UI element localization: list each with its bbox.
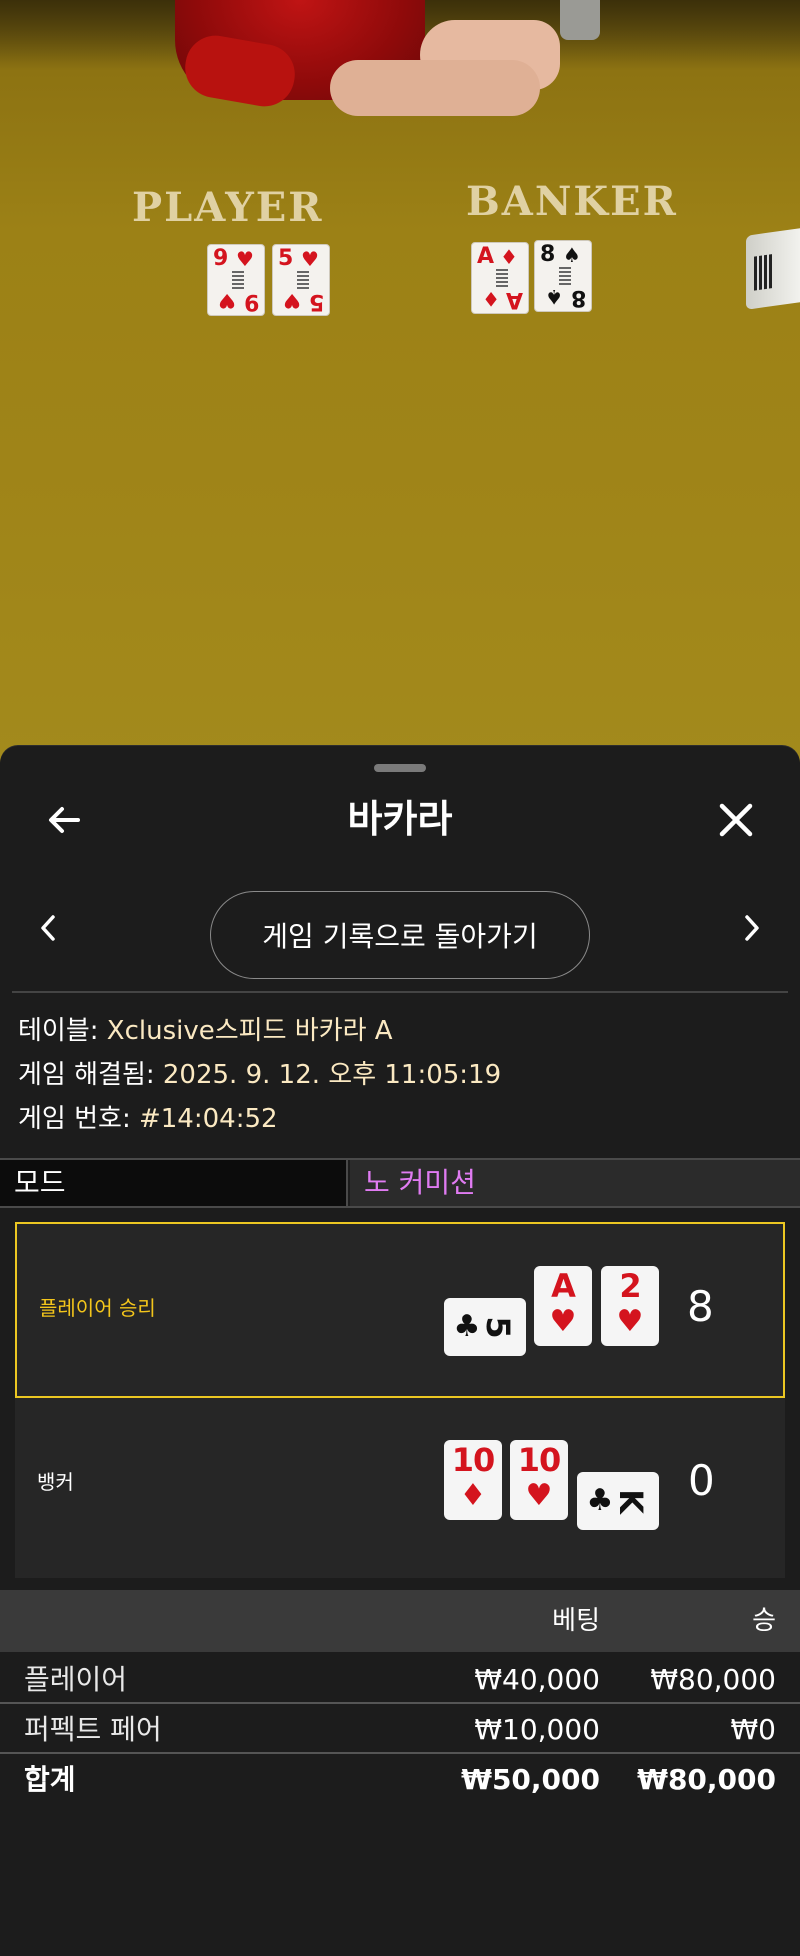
back-to-history-button[interactable]: 게임 기록으로 돌아가기 bbox=[210, 891, 590, 979]
table-banker-card-1: A ♦ A ♦ bbox=[471, 242, 529, 314]
card-suit: ♥ bbox=[236, 247, 254, 271]
bet-amount: ₩10,000 bbox=[474, 1713, 600, 1746]
back-button[interactable] bbox=[34, 790, 94, 850]
card-suit: ♥ bbox=[301, 247, 319, 271]
game-number-info: 게임 번호: #14:04:52 bbox=[18, 1102, 278, 1136]
total-label: 합계 bbox=[24, 1763, 76, 1796]
player-outcome-row: 플레이어 승리 ♣ 5 A ♥ 2 ♥ 8 bbox=[15, 1222, 785, 1398]
card-rank: 9 bbox=[243, 289, 259, 314]
bet-row-perfect-pair: 퍼펙트 페어 ₩10,000 ₩0 bbox=[0, 1706, 800, 1754]
card-shoe bbox=[746, 228, 800, 310]
banker-card-1: 10 ♦ bbox=[444, 1440, 502, 1520]
card-rank: A bbox=[505, 287, 523, 312]
banker-card-3: ♣ K bbox=[577, 1472, 659, 1530]
outcome-panel: 플레이어 승리 ♣ 5 A ♥ 2 ♥ 8 뱅커 10 ♦ 10 ♥ ♣ K 0 bbox=[15, 1222, 785, 1578]
game-detail-sheet: 바카라 게임 기록으로 돌아가기 테이블: Xclusive스피드 바카라 A … bbox=[0, 746, 800, 1956]
card-rank: 10 bbox=[517, 1441, 562, 1479]
chevron-left-icon bbox=[41, 915, 55, 941]
mode-row: 모드 노 커미션 bbox=[0, 1158, 800, 1208]
card-rank: 5 bbox=[278, 246, 294, 271]
player-score: 8 bbox=[687, 1282, 714, 1331]
close-icon bbox=[719, 803, 753, 837]
player-card-3: 2 ♥ bbox=[601, 1266, 659, 1346]
table-info: 테이블: Xclusive스피드 바카라 A bbox=[18, 1014, 393, 1048]
card-rank: 2 bbox=[619, 1267, 641, 1305]
divider bbox=[12, 991, 788, 993]
table-info-label: 테이블: bbox=[18, 1016, 107, 1046]
bet-row-player: 플레이어 ₩40,000 ₩80,000 bbox=[0, 1656, 800, 1704]
banker-score: 0 bbox=[688, 1456, 715, 1505]
bet-table-header: 베팅 승 bbox=[0, 1590, 800, 1652]
card-rank: A bbox=[551, 1267, 576, 1305]
table-info-value: Xclusive스피드 바카라 A bbox=[106, 1016, 393, 1046]
banker-outcome-row: 뱅커 10 ♦ 10 ♥ ♣ K 0 bbox=[15, 1402, 785, 1578]
live-video-feed: PLAYER BANKER 9 ♥ 9 ♥ 5 ♥ 5 ♥ A ♦ A ♦ 8 … bbox=[0, 0, 800, 770]
win-amount: ₩0 bbox=[730, 1713, 777, 1746]
bet-name: 퍼펙트 페어 bbox=[24, 1713, 162, 1746]
banker-card-2: 10 ♥ bbox=[510, 1440, 568, 1520]
table-banker-label: BANKER bbox=[466, 178, 678, 225]
table-player-label: PLAYER bbox=[132, 184, 324, 231]
mode-label: 모드 bbox=[0, 1160, 348, 1206]
resolved-info: 게임 해결됨: 2025. 9. 12. 오후 11:05:19 bbox=[18, 1058, 501, 1092]
sheet-title: 바카라 bbox=[347, 797, 453, 841]
player-outcome-label: 플레이어 승리 bbox=[39, 1296, 156, 1320]
card-rank: 8 bbox=[570, 285, 586, 310]
player-card-2: A ♥ bbox=[534, 1266, 592, 1346]
card-suit: ♦ bbox=[459, 1478, 487, 1513]
bet-amount: ₩40,000 bbox=[474, 1663, 600, 1696]
card-suit: ♥ bbox=[525, 1478, 553, 1513]
card-rank: K bbox=[612, 1489, 650, 1513]
card-suit: ♥ bbox=[218, 289, 236, 313]
card-rank: 5 bbox=[479, 1316, 517, 1338]
bet-column-header: 베팅 bbox=[552, 1606, 600, 1636]
card-suit: ♠ bbox=[563, 243, 581, 267]
close-button[interactable] bbox=[706, 790, 766, 850]
chevron-right-icon bbox=[745, 915, 759, 941]
card-suit: ♥ bbox=[549, 1304, 577, 1339]
card-rank: 9 bbox=[213, 246, 229, 271]
win-column-header: 승 bbox=[752, 1606, 776, 1636]
table-player-card-1: 9 ♥ 9 ♥ bbox=[207, 244, 265, 316]
banker-outcome-label: 뱅커 bbox=[37, 1470, 74, 1494]
card-suit: ♦ bbox=[500, 245, 518, 269]
game-number-label: 게임 번호: bbox=[18, 1104, 139, 1134]
total-bet-amount: ₩50,000 bbox=[461, 1763, 600, 1796]
dealer-prop bbox=[560, 0, 600, 40]
card-rank: 8 bbox=[540, 242, 556, 267]
card-rank: A bbox=[477, 244, 495, 269]
card-suit: ♥ bbox=[616, 1304, 644, 1339]
card-suit: ♦ bbox=[482, 287, 500, 311]
dealer-hand bbox=[330, 60, 540, 116]
bet-row-total: 합계 ₩50,000 ₩80,000 bbox=[0, 1756, 800, 1804]
card-rank: 5 bbox=[308, 289, 324, 314]
player-card-1: ♣ 5 bbox=[444, 1298, 526, 1356]
next-game-button[interactable] bbox=[730, 898, 774, 958]
drag-handle[interactable] bbox=[374, 764, 426, 772]
table-banker-card-2: 8 ♠ 8 ♠ bbox=[534, 240, 592, 312]
total-win-amount: ₩80,000 bbox=[637, 1763, 776, 1796]
previous-game-button[interactable] bbox=[26, 898, 70, 958]
resolved-info-value: 2025. 9. 12. 오후 11:05:19 bbox=[162, 1060, 502, 1090]
game-number-value: #14:04:52 bbox=[138, 1104, 278, 1134]
win-amount: ₩80,000 bbox=[650, 1663, 776, 1696]
table-player-card-2: 5 ♥ 5 ♥ bbox=[272, 244, 330, 316]
bet-name: 플레이어 bbox=[24, 1663, 128, 1696]
card-suit: ♥ bbox=[283, 289, 301, 313]
card-rank: 10 bbox=[451, 1441, 496, 1479]
resolved-info-label: 게임 해결됨: bbox=[18, 1060, 163, 1090]
arrow-left-icon bbox=[49, 807, 80, 833]
mode-value: 노 커미션 bbox=[350, 1160, 800, 1206]
card-suit: ♠ bbox=[545, 285, 563, 309]
